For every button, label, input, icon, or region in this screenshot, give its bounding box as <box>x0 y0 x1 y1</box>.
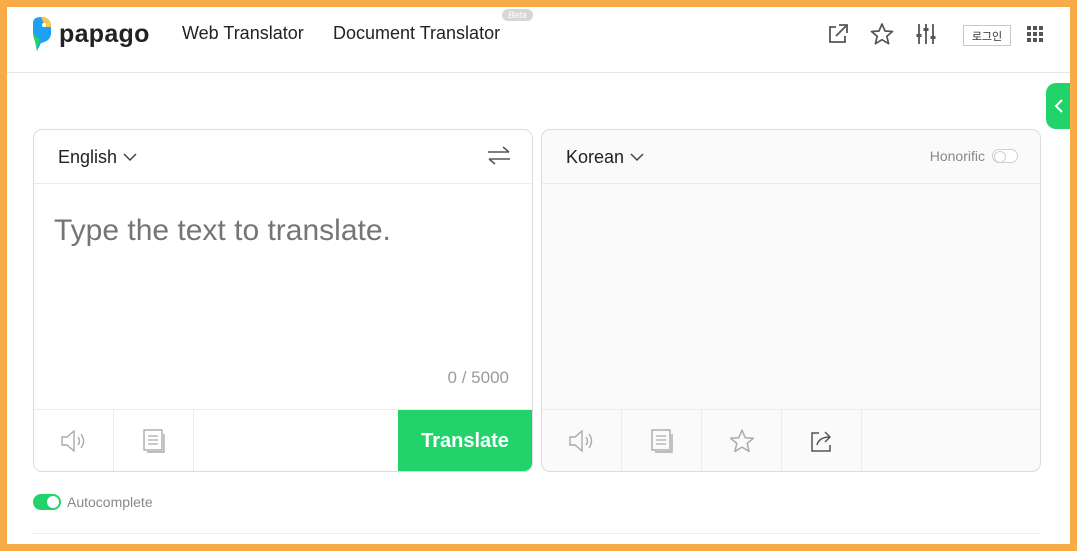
target-panel-header: Korean Honorific <box>542 130 1040 184</box>
copy-icon <box>650 429 673 453</box>
chevron-down-icon <box>123 153 137 162</box>
honorific-toggle[interactable] <box>992 149 1018 163</box>
share-icon <box>810 431 831 452</box>
target-favorite-button[interactable] <box>702 410 782 471</box>
target-listen-button[interactable] <box>542 410 622 471</box>
external-link-icon[interactable] <box>825 21 851 47</box>
source-panel-footer: Translate <box>34 409 532 471</box>
login-button[interactable]: 로그인 <box>963 25 1011 46</box>
target-language-select[interactable]: Korean <box>566 147 644 168</box>
source-language-label: English <box>58 147 118 167</box>
target-panel-footer <box>542 409 1040 471</box>
target-language-label: Korean <box>566 147 625 167</box>
nav-document-translator[interactable]: Document Translator <box>333 23 500 44</box>
star-icon[interactable] <box>869 21 895 47</box>
source-text-input[interactable] <box>54 214 514 248</box>
source-language-select[interactable]: English <box>58 147 137 168</box>
nav-web-translator[interactable]: Web Translator <box>182 23 304 44</box>
autocomplete-option: Autocomplete <box>33 494 153 510</box>
honorific-option: Honorific <box>930 148 1018 164</box>
star-icon <box>729 429 754 453</box>
target-copy-button[interactable] <box>622 410 702 471</box>
side-panel-toggle[interactable] <box>1046 83 1070 129</box>
chevron-down-icon <box>630 153 644 162</box>
translate-button[interactable]: Translate <box>398 410 532 471</box>
autocomplete-label: Autocomplete <box>67 494 153 510</box>
swap-languages-icon[interactable] <box>486 144 512 168</box>
papago-logo[interactable]: papago <box>29 17 150 51</box>
character-counter: 0 / 5000 <box>447 368 509 387</box>
chevron-left-icon <box>1054 99 1063 113</box>
autocomplete-toggle[interactable] <box>33 494 61 510</box>
settings-sliders-icon[interactable] <box>913 21 939 47</box>
source-copy-button[interactable] <box>114 410 194 471</box>
parrot-logo-icon <box>33 17 51 51</box>
top-header: papago Web Translator Document Translato… <box>7 7 1070 73</box>
divider <box>33 533 1041 534</box>
target-share-button[interactable] <box>782 410 862 471</box>
app-window: papago Web Translator Document Translato… <box>7 7 1070 544</box>
speaker-icon <box>568 429 592 453</box>
apps-grid-icon[interactable] <box>1024 23 1046 45</box>
speaker-icon <box>60 429 84 453</box>
source-listen-button[interactable] <box>34 410 114 471</box>
source-panel: English 0 / 5000 <box>33 129 533 472</box>
target-panel: Korean Honorific <box>541 129 1041 472</box>
logo-text: papago <box>59 19 150 48</box>
beta-badge: Beta <box>502 9 533 21</box>
copy-icon <box>142 429 165 453</box>
source-panel-header: English <box>34 130 532 184</box>
honorific-label: Honorific <box>929 148 985 164</box>
